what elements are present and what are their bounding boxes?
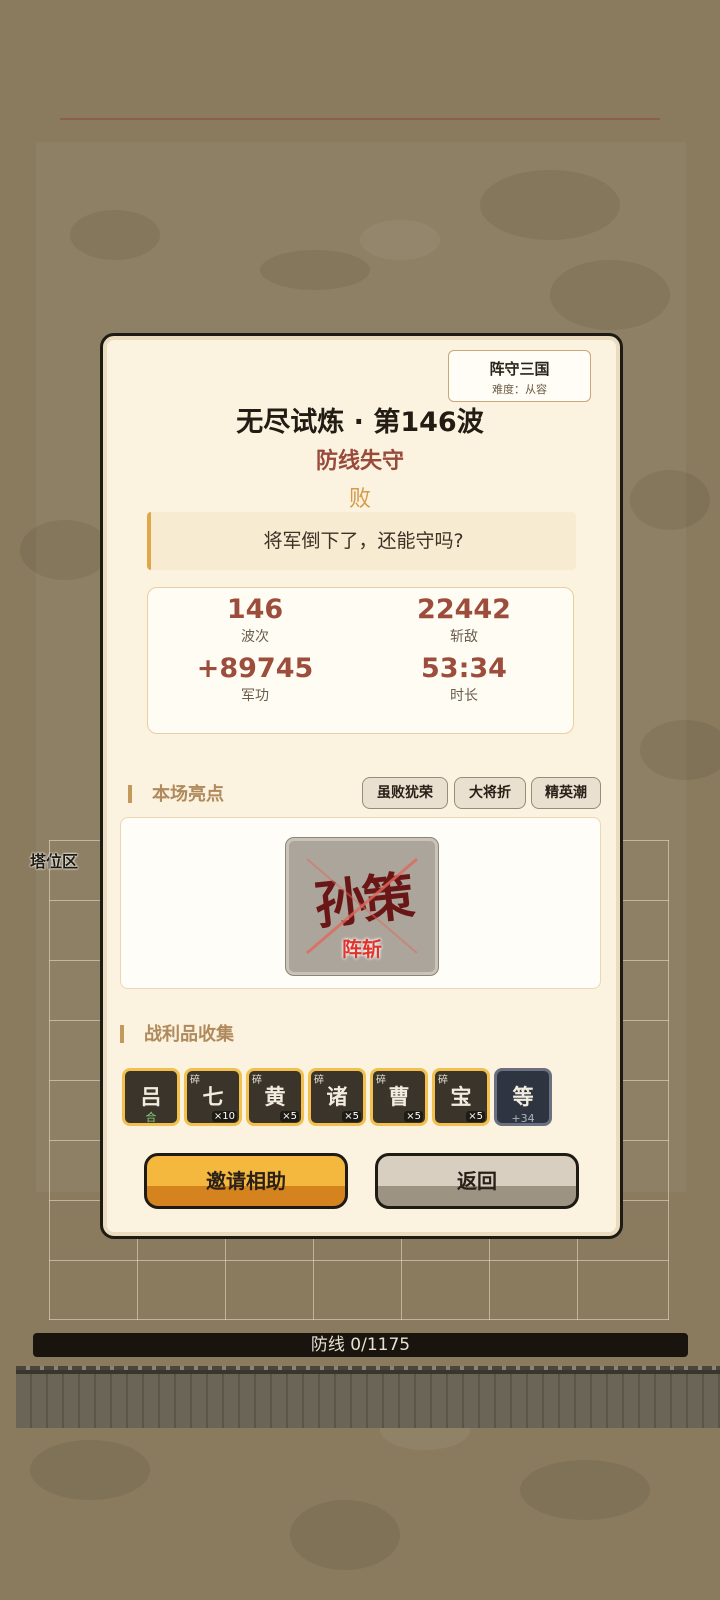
loot-char: 吕 <box>140 1085 162 1109</box>
loot-item[interactable]: 碎 黄 ×5 <box>246 1068 304 1126</box>
stat-waves: 146 波次 <box>155 594 355 646</box>
loot-quantity: ×5 <box>280 1111 299 1122</box>
loot-quantity: ×5 <box>466 1111 485 1122</box>
tag-general-fallen[interactable]: 大将折 <box>454 777 526 809</box>
slain-caption: 阵斩 <box>342 937 382 961</box>
loot-char: 宝 <box>450 1085 472 1109</box>
loot-item[interactable]: 吕 合 <box>122 1068 180 1126</box>
loot-item[interactable]: 碎 诸 ×5 <box>308 1068 366 1126</box>
loot-more-count: +34 <box>511 1112 535 1125</box>
invite-help-label: 邀请相助 <box>206 1169 286 1193</box>
loot-char: 曹 <box>388 1085 410 1109</box>
stats-panel: 146 波次 22442 斩敌 +89745 军功 53:34 时长 <box>147 587 574 734</box>
loot-title: 战利品收集 <box>144 1024 234 1045</box>
back-button[interactable]: 返回 <box>375 1153 579 1209</box>
dialog-title: 无尽试炼 · 第146波 <box>236 407 484 438</box>
stat-merit: +89745 军功 <box>155 653 355 705</box>
loot-char: 等 <box>512 1085 534 1109</box>
stat-duration: 53:34 时长 <box>364 653 564 705</box>
loot-quantity: ×5 <box>342 1111 361 1122</box>
section-marker <box>128 785 132 803</box>
game-badge: 阵守三国 难度：从容 <box>448 350 591 402</box>
loot-char: 七 <box>202 1085 224 1109</box>
tag-honorable-defeat[interactable]: 虽败犹荣 <box>362 777 448 809</box>
stat-label: 时长 <box>450 688 478 704</box>
dialog-subtitle: 防线失守 <box>315 449 404 474</box>
highlights-heading: 本场亮点 <box>128 780 224 806</box>
loot-sub: 合 <box>145 1111 157 1124</box>
result-label: 败 <box>348 487 371 512</box>
stat-value: 22442 <box>417 594 511 625</box>
section-marker <box>120 1025 124 1043</box>
back-label: 返回 <box>457 1169 497 1193</box>
city-wall <box>16 1370 720 1428</box>
stat-value: 146 <box>226 594 284 625</box>
loot-item[interactable]: 碎 宝 ×5 <box>432 1068 490 1126</box>
difficulty-label: 难度：从容 <box>492 383 547 396</box>
loot-char: 诸 <box>326 1085 348 1109</box>
stat-label: 斩敌 <box>450 629 478 645</box>
stat-label: 军功 <box>241 688 269 704</box>
loot-char: 黄 <box>264 1085 286 1109</box>
loot-item[interactable]: 碎 曹 ×5 <box>370 1068 428 1126</box>
stat-label: 波次 <box>241 629 269 645</box>
defense-progress-bar: 防线 0/1175 <box>33 1333 688 1357</box>
quote-box: 将军倒下了，还能守吗? <box>147 512 576 570</box>
stat-kills: 22442 斩敌 <box>364 594 564 646</box>
stat-value: +89745 <box>196 653 314 684</box>
loot-more[interactable]: 等 +34 <box>494 1068 552 1126</box>
loot-quantity: ×5 <box>404 1111 423 1122</box>
highlights-title: 本场亮点 <box>152 784 224 805</box>
loot-item[interactable]: 碎 七 ×10 <box>184 1068 242 1126</box>
top-divider <box>60 118 660 120</box>
loot-heading: 战利品收集 <box>120 1020 234 1046</box>
loot-quantity: ×10 <box>211 1111 237 1122</box>
invite-help-button[interactable]: 邀请相助 <box>144 1153 348 1209</box>
stat-value: 53:34 <box>421 653 507 684</box>
game-name: 阵守三国 <box>489 360 550 378</box>
slain-general-card[interactable]: 孙策 阵斩 <box>286 838 438 975</box>
tag-elite-wave[interactable]: 精英潮 <box>531 777 601 809</box>
